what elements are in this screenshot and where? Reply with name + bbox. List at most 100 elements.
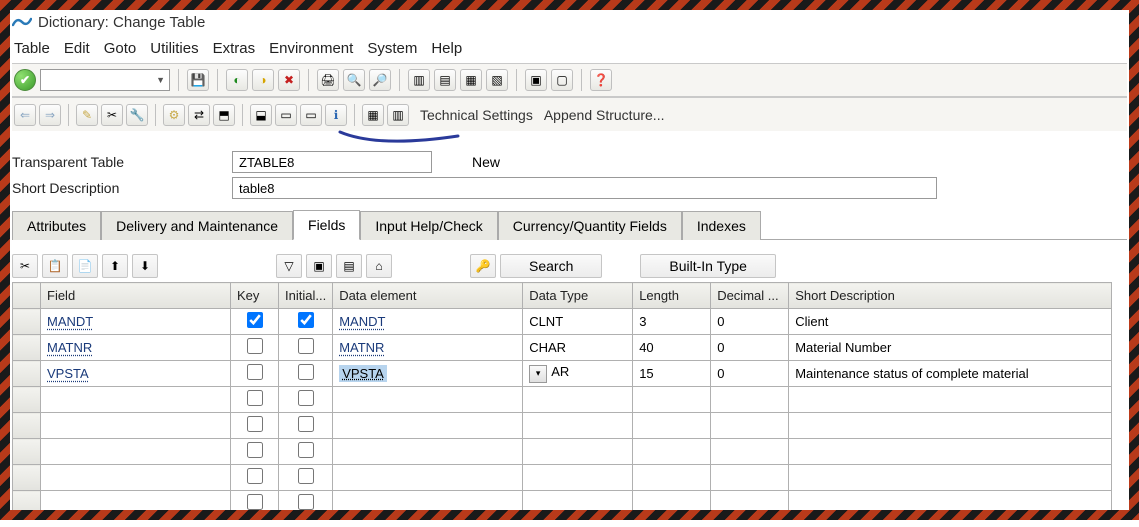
field-cell[interactable]: MANDT bbox=[47, 314, 93, 329]
tab-indexes[interactable]: Indexes bbox=[682, 211, 761, 240]
tab-delivery[interactable]: Delivery and Maintenance bbox=[101, 211, 293, 240]
cut-icon[interactable]: ✂ bbox=[12, 254, 38, 278]
col-data-type[interactable]: Data Type bbox=[523, 283, 633, 309]
col-key[interactable]: Key bbox=[231, 283, 279, 309]
key-checkbox[interactable] bbox=[247, 390, 263, 406]
col-field[interactable]: Field bbox=[41, 283, 231, 309]
append-structure-link[interactable]: Append Structure... bbox=[544, 107, 665, 123]
menu-system[interactable]: System bbox=[367, 40, 417, 57]
menu-help[interactable]: Help bbox=[431, 40, 462, 57]
initial-checkbox[interactable] bbox=[298, 338, 314, 354]
insert-row-icon[interactable]: ⬆ bbox=[102, 254, 128, 278]
new-session-icon[interactable]: ▣ bbox=[525, 69, 547, 91]
key-checkbox[interactable] bbox=[247, 442, 263, 458]
dropdown-icon[interactable]: ▾ bbox=[529, 365, 547, 383]
short-description-field[interactable] bbox=[232, 177, 937, 199]
tab-currency[interactable]: Currency/Quantity Fields bbox=[498, 211, 682, 240]
prev-page-icon[interactable]: ▤ bbox=[434, 69, 456, 91]
contents-icon[interactable]: ▭ bbox=[300, 104, 322, 126]
menu-goto[interactable]: Goto bbox=[104, 40, 137, 57]
table-row-empty[interactable] bbox=[13, 387, 1112, 413]
menu-edit[interactable]: Edit bbox=[64, 40, 90, 57]
col-decimal[interactable]: Decimal ... bbox=[711, 283, 789, 309]
check-icon[interactable]: 🔧 bbox=[126, 104, 148, 126]
menu-extras[interactable]: Extras bbox=[213, 40, 256, 57]
key-icon[interactable]: 🔑 bbox=[470, 254, 496, 278]
initial-checkbox[interactable] bbox=[298, 442, 314, 458]
tab-fields[interactable]: Fields bbox=[293, 210, 360, 240]
table-name-field[interactable] bbox=[232, 151, 432, 173]
nav-fwd-icon[interactable]: ⇒ bbox=[39, 104, 61, 126]
col-length[interactable]: Length bbox=[633, 283, 711, 309]
key-checkbox[interactable] bbox=[247, 312, 263, 328]
table-row[interactable]: VPSTAVPSTA▾AR150Maintenance status of co… bbox=[13, 361, 1112, 387]
initial-checkbox[interactable] bbox=[298, 468, 314, 484]
data-element-cell[interactable]: MANDT bbox=[339, 314, 385, 329]
back-icon[interactable]: ◐ bbox=[226, 69, 248, 91]
display-change-icon[interactable]: ✎ bbox=[76, 104, 98, 126]
initial-checkbox[interactable] bbox=[298, 312, 314, 328]
where-used-icon[interactable]: ⇄ bbox=[188, 104, 210, 126]
initial-checkbox[interactable] bbox=[298, 494, 314, 510]
help-icon[interactable]: ❓ bbox=[590, 69, 612, 91]
graphic-icon[interactable]: ▦ bbox=[362, 104, 384, 126]
menu-table[interactable]: Table bbox=[14, 40, 50, 57]
row-selector[interactable] bbox=[13, 335, 41, 361]
search-button[interactable]: Search bbox=[500, 254, 602, 278]
delete-row-icon[interactable]: ⬇ bbox=[132, 254, 158, 278]
other-object-icon[interactable]: ✂ bbox=[101, 104, 123, 126]
row-selector[interactable] bbox=[13, 309, 41, 335]
layout-icon[interactable]: ▢ bbox=[551, 69, 573, 91]
home-icon[interactable]: ⌂ bbox=[366, 254, 392, 278]
print-icon[interactable]: 🖨 bbox=[317, 69, 339, 91]
field-cell[interactable]: MATNR bbox=[47, 340, 92, 355]
collapse-icon[interactable]: ▣ bbox=[306, 254, 332, 278]
initial-checkbox[interactable] bbox=[298, 364, 314, 380]
key-checkbox[interactable] bbox=[247, 338, 263, 354]
copy-icon[interactable]: 📋 bbox=[42, 254, 68, 278]
menu-utilities[interactable]: Utilities bbox=[150, 40, 198, 57]
info-icon[interactable]: ℹ bbox=[325, 104, 347, 126]
table-row-empty[interactable] bbox=[13, 465, 1112, 491]
enter-button[interactable]: ✔ bbox=[14, 69, 36, 91]
paste-icon[interactable]: 📄 bbox=[72, 254, 98, 278]
save-icon[interactable]: 💾 bbox=[187, 69, 209, 91]
data-element-cell[interactable]: VPSTA bbox=[339, 365, 387, 382]
table-row-empty[interactable] bbox=[13, 491, 1112, 517]
data-element-cell[interactable]: MATNR bbox=[339, 340, 384, 355]
key-checkbox[interactable] bbox=[247, 494, 263, 510]
table-row[interactable]: MANDTMANDTCLNT30Client bbox=[13, 309, 1112, 335]
sel-icon[interactable]: ▤ bbox=[336, 254, 362, 278]
first-page-icon[interactable]: ▥ bbox=[408, 69, 430, 91]
col-data-element[interactable]: Data element bbox=[333, 283, 523, 309]
graphic2-icon[interactable]: ▥ bbox=[387, 104, 409, 126]
menu-environment[interactable]: Environment bbox=[269, 40, 353, 57]
find-icon[interactable]: 🔍 bbox=[343, 69, 365, 91]
next-page-icon[interactable]: ▦ bbox=[460, 69, 482, 91]
key-checkbox[interactable] bbox=[247, 416, 263, 432]
tool-icon[interactable]: ⬒ bbox=[213, 104, 235, 126]
exit-icon[interactable]: ◑ bbox=[252, 69, 274, 91]
tab-input-help[interactable]: Input Help/Check bbox=[360, 211, 497, 240]
activate-icon[interactable]: ⚙ bbox=[163, 104, 185, 126]
hierarchy2-icon[interactable]: ▭ bbox=[275, 104, 297, 126]
last-page-icon[interactable]: ▧ bbox=[486, 69, 508, 91]
table-row-empty[interactable] bbox=[13, 413, 1112, 439]
technical-settings-link[interactable]: Technical Settings bbox=[420, 107, 533, 123]
initial-checkbox[interactable] bbox=[298, 390, 314, 406]
tab-attributes[interactable]: Attributes bbox=[12, 211, 101, 240]
hierarchy-icon[interactable]: ⬓ bbox=[250, 104, 272, 126]
cancel-icon[interactable]: ✖ bbox=[278, 69, 300, 91]
expand-icon[interactable]: ▽ bbox=[276, 254, 302, 278]
builtin-type-button[interactable]: Built-In Type bbox=[640, 254, 776, 278]
command-field[interactable]: ▼ bbox=[40, 69, 170, 91]
col-initial[interactable]: Initial... bbox=[279, 283, 333, 309]
key-checkbox[interactable] bbox=[247, 468, 263, 484]
table-row[interactable]: MATNRMATNRCHAR400Material Number bbox=[13, 335, 1112, 361]
table-row-empty[interactable] bbox=[13, 439, 1112, 465]
initial-checkbox[interactable] bbox=[298, 416, 314, 432]
col-short-desc[interactable]: Short Description bbox=[789, 283, 1112, 309]
row-selector[interactable] bbox=[13, 361, 41, 387]
field-cell[interactable]: VPSTA bbox=[47, 366, 89, 381]
find-next-icon[interactable]: 🔎 bbox=[369, 69, 391, 91]
